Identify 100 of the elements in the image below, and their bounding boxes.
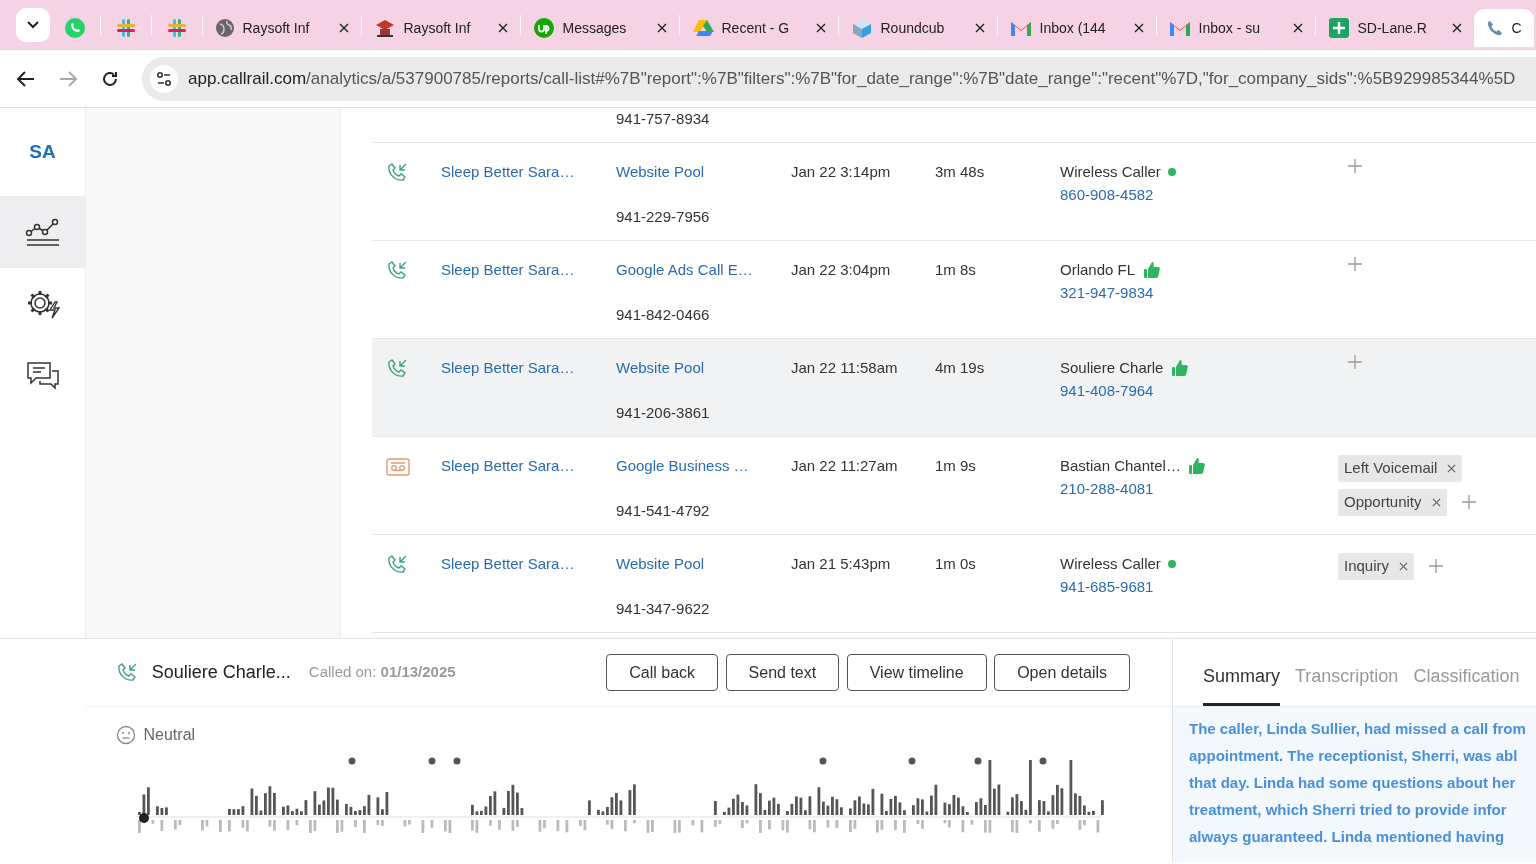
action-button[interactable]: Send text [725,654,840,691]
action-button[interactable]: Call back [606,654,719,691]
thumbs-up-icon [1170,359,1188,378]
summary-text: The caller, Linda Sullier, had missed a call from appointment. The receptionist, Sherri, was abl that day. Linda had some questions about her treatment, which Sherri tried to provide infor always guaranteed. Linda mentioned having [1173,707,1536,862]
call-row[interactable]: Sleep Better Sara… Website Pool 941-229-7956 Jan 22 3:14pm 3m 48s Wireless Caller 860-908-4582 [372,143,1536,241]
back-icon[interactable] [16,68,36,89]
caller-name: Bastian Chantel… [1060,456,1181,476]
close-icon[interactable] [1451,23,1462,33]
close-icon [1447,463,1457,473]
browser-tab[interactable]: Raysoft Inf [361,9,520,47]
close-icon[interactable] [1292,23,1303,33]
account-initials[interactable]: SA [0,108,85,196]
voicemail-icon [386,458,410,477]
neutral-face-icon [116,725,136,745]
up-logo-icon [532,17,555,39]
company-link[interactable]: Sleep Better Sara… [441,555,575,572]
source-link[interactable]: Website Pool [616,357,791,380]
caller-phone-link[interactable]: 210-288-4081 [1060,477,1338,500]
call-row[interactable]: Sleep Better Sara… Google Business … 941-541-4792 Jan 22 11:27am 1m 9s Bastian Chantel… 210-288-4081 Left Voicemail Opportunity [372,437,1536,535]
browser-tab[interactable]: Roundcub [838,9,997,47]
caller-phone-link[interactable]: 321-947-9834 [1060,281,1338,304]
tag-chip: Opportunity [1338,489,1447,516]
caller-name: Souliere Charle [1060,358,1164,378]
tab-search-button[interactable] [15,8,50,42]
globe-icon [214,18,235,38]
status-dot-icon [1168,168,1177,177]
call-duration: 1m 0s [935,555,976,572]
tracking-number: 941-842-0466 [616,304,711,325]
browser-tab[interactable]: Raysoft Inf [202,9,361,47]
caller-name: Wireless Caller [1060,162,1161,182]
source-link[interactable]: Website Pool [616,161,791,184]
remove-tag-button[interactable] [1399,561,1409,571]
call-row[interactable]: Sleep Better Sara… Website Pool 941-347-9622 Jan 21 5:43pm 1m 0s Wireless Caller 941-685-9681 Inquiry [372,535,1536,633]
call-date: Jan 21 5:43pm [791,555,891,572]
browser-tab[interactable]: Inbox - su [1156,9,1315,47]
company-link[interactable]: Sleep Better Sara… [441,359,575,376]
nav-item[interactable] [0,196,85,268]
tag-chip: Left Voicemail [1338,455,1463,482]
close-icon [1399,561,1409,571]
browser-tab[interactable]: C [1473,9,1534,47]
browser-tab[interactable]: Recent - G [679,9,838,47]
site-settings-icon[interactable] [150,64,178,93]
action-button[interactable]: View timeline [846,654,987,691]
address-bar[interactable]: app.callrail.com/analytics/a/537900785/reports/call-list#%7B"report":%7B"filters":%7B"for_date_range":%7B"date_range":"recent"%7D,"for_company_sids":%5B929985344%5D [142,56,1536,101]
source-link[interactable]: Google Ads Call E… [616,259,791,282]
plus-icon [1461,495,1476,510]
tracking-number: 941-206-3861 [616,402,711,423]
hash-icon [165,17,188,39]
close-icon[interactable] [497,23,508,33]
close-icon[interactable] [815,23,826,33]
close-icon [1431,497,1441,507]
source-link[interactable]: Website Pool [616,553,791,576]
call-duration: 1m 8s [935,261,976,278]
caller-name: Orlando FL [1060,260,1136,280]
cube-icon [850,17,873,39]
thumbs-up-icon [1142,261,1160,280]
plus-icon [1348,355,1362,369]
call-duration: 3m 48s [935,163,985,180]
caller-phone-link[interactable]: 941-408-7964 [1060,379,1338,402]
action-button[interactable]: Open details [994,654,1130,691]
remove-tag-button[interactable] [1447,463,1457,473]
company-link[interactable]: Sleep Better Sara… [441,457,575,474]
tracking-number: 941-541-4792 [616,500,711,521]
company-link[interactable]: Sleep Better Sara… [441,261,575,278]
browser-tab[interactable]: Messages [520,9,679,47]
call-date: Jan 22 11:27am [791,457,898,474]
close-icon[interactable] [1133,23,1144,33]
close-icon[interactable] [338,23,349,33]
caller-phone-link[interactable]: 860-908-4582 [1060,183,1338,206]
caller-name: Souliere Charle... [151,661,291,684]
url-text: app.callrail.com/analytics/a/537900785/reports/call-list#%7B"report":%7B"filters":%7B"for_date_range":%7B"date_range":"recent"%7D,"for_company_sids":%5B929985344%5D [188,67,1516,90]
call-duration: 4m 19s [935,359,985,376]
source-link[interactable]: Google Business … [616,455,791,478]
plus-icon [1348,159,1362,173]
call-date: Jan 22 11:58am [791,359,898,376]
status-dot-icon [1168,560,1177,569]
caller-phone-link[interactable]: 941-685-9681 [1060,575,1338,598]
caller-name: Wireless Caller [1060,554,1161,574]
plus-sheet-icon [1327,17,1350,39]
browser-tab[interactable]: SD-Lane.R [1315,9,1474,47]
company-link[interactable]: Sleep Better Sara… [441,163,575,180]
close-icon[interactable] [974,23,985,33]
chat-bubble-icon [63,17,86,39]
plus-icon [1348,257,1362,271]
remove-tag-button[interactable] [1431,497,1441,507]
called-on-date: Called on: 01/13/2025 [308,662,456,683]
browser-tab[interactable]: Inbox (144 [997,9,1156,47]
envelope-icon [1168,19,1191,37]
thumbs-up-icon [1188,457,1206,476]
hash-icon [114,17,137,39]
tracking-number: 941-347-9622 [616,598,711,619]
tracking-number: 941-229-7956 [616,206,711,227]
chat-bubbles-icon [25,361,60,391]
tag-chip: Inquiry [1338,553,1415,580]
tracking-number: 941-757-8934 [616,110,710,127]
close-icon[interactable] [656,23,667,33]
triangle-icon [691,18,714,38]
sentiment-label: Neutral [143,725,196,745]
envelope-icon [1009,19,1032,37]
call-row[interactable]: Sleep Better Sara… Website Pool 941-206-3861 Jan 22 11:58am 4m 19s Souliere Charle 941-408-7964 [372,339,1536,437]
